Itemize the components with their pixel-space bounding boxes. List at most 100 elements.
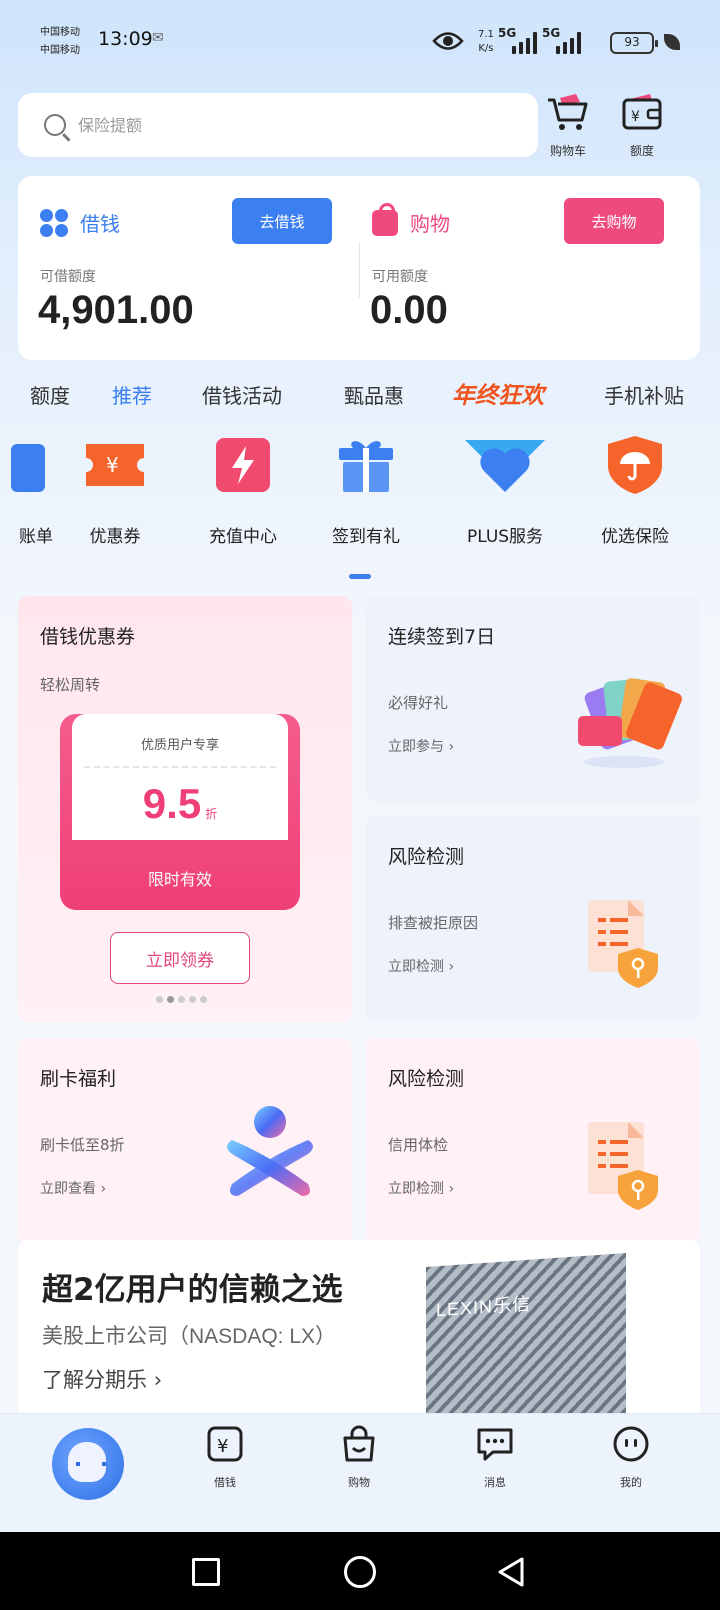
recent-apps-icon[interactable] — [192, 1558, 220, 1586]
shopping-bag-icon — [372, 202, 398, 236]
feature-coupon-label: 优惠券 — [89, 527, 141, 547]
scroll-indicator — [349, 574, 371, 579]
go-shop-button[interactable]: 去购物 — [564, 198, 664, 244]
tab-phone-subsidy[interactable]: 手机补贴 — [604, 380, 684, 409]
chevron-right-icon: › — [100, 1181, 107, 1197]
feature-insurance-label: 优选保险 — [601, 527, 669, 547]
coupon-unit: 折 — [205, 807, 218, 821]
home-icon[interactable] — [344, 1556, 376, 1588]
tab-year-end-sale[interactable]: 年终狂欢 — [452, 376, 544, 410]
nav-borrow[interactable]: ¥ 借钱 — [180, 1424, 270, 1490]
borrow-limit-label: 可借额度 — [40, 269, 96, 285]
checkin-card[interactable]: 连续签到7日 必得好礼 立即参与 › — [366, 596, 700, 802]
building-image: LEXIN乐信 — [426, 1253, 626, 1420]
nav-profile[interactable]: 我的 — [586, 1424, 676, 1490]
feature-plus[interactable]: PLUS服务 — [440, 434, 570, 547]
yuan-card-icon: ¥ — [207, 1426, 243, 1462]
feature-checkin-label: 签到有礼 — [332, 527, 400, 547]
feature-coupon[interactable]: ¥ 优惠券 — [50, 434, 180, 547]
borrow-limit-amount: 4,901.00 — [38, 288, 194, 332]
coupon-card-title: 借钱优惠券 — [40, 626, 136, 648]
carrier-info: 中国移动 中国移动 — [40, 24, 80, 60]
banner-headline: 超2亿用户的信赖之选 — [42, 1272, 343, 1308]
svg-text:¥: ¥ — [106, 453, 119, 477]
nav-shop[interactable]: 购物 — [314, 1424, 404, 1490]
coupon-header: 优质用户专享 — [140, 738, 219, 753]
feature-recharge[interactable]: 充值中心 — [178, 434, 308, 547]
swipe-benefit-card[interactable]: 刷卡福利 刷卡低至8折 立即查看 › — [18, 1038, 352, 1244]
plus-heart-icon — [463, 434, 547, 496]
nav-messages[interactable]: 消息 — [450, 1424, 540, 1490]
coupon-ticket: 优质用户专享 9.5 折 限时有效 — [60, 714, 300, 910]
document-shield-icon — [588, 900, 658, 988]
go-borrow-button[interactable]: 去借钱 — [232, 198, 332, 244]
nav-messages-label: 消息 — [484, 1476, 506, 1489]
tab-quota[interactable]: 额度 — [30, 380, 70, 409]
feature-bill[interactable]: 账单 — [0, 434, 57, 547]
tab-recommend[interactable]: 推荐 — [112, 380, 152, 409]
svg-text:¥: ¥ — [217, 1436, 228, 1457]
feature-bill-label: 账单 — [19, 527, 53, 547]
chat-bubble-icon — [477, 1428, 513, 1461]
tab-selected-deals[interactable]: 甄品惠 — [344, 380, 404, 409]
risk-check-card-1[interactable]: 风险检测 排查被拒原因 立即检测 › — [366, 816, 700, 1022]
swipe-card-desc: 刷卡低至8折 — [40, 1136, 125, 1154]
checkin-card-desc: 必得好礼 — [388, 694, 449, 712]
cart-icon — [548, 94, 588, 130]
shop-limit-amount: 0.00 — [370, 288, 448, 332]
account-card: 借钱 去借钱 可借额度 4,901.00 购物 去购物 可用额度 0.00 — [18, 176, 700, 360]
banner-subline: 美股上市公司（NASDAQ: LX） — [42, 1325, 337, 1348]
banner-learn-more[interactable]: 了解分期乐 › — [42, 1364, 162, 1394]
checkin-card-link[interactable]: 立即参与 › — [388, 736, 454, 756]
notification-icon: ✉ — [152, 30, 164, 46]
mascot-home-button[interactable] — [52, 1428, 124, 1500]
svg-text:¥: ¥ — [631, 109, 640, 125]
feature-insurance[interactable]: 优选保险 — [570, 434, 700, 547]
coupon-discount: 9.5 折 — [72, 780, 288, 828]
nav-shop-label: 购物 — [348, 1476, 370, 1489]
back-icon[interactable] — [496, 1556, 526, 1588]
chevron-right-icon: › — [448, 959, 455, 975]
shopping-bag-icon — [343, 1425, 375, 1462]
swipe-card-title: 刷卡福利 — [40, 1068, 117, 1090]
carrier-bottom: 中国移动 — [40, 45, 80, 56]
coupon-dash-line — [84, 766, 276, 768]
coupon-value: 9.5 — [142, 780, 202, 827]
eye-icon — [432, 32, 464, 50]
status-time: 13:09 — [98, 28, 153, 50]
checkin-card-title: 连续签到7日 — [388, 626, 496, 648]
swipe-card-link[interactable]: 立即查看 › — [40, 1178, 106, 1198]
claim-coupon-button[interactable]: 立即领券 — [110, 932, 250, 984]
coupon-footer: 限时有效 — [147, 870, 212, 889]
feature-checkin[interactable]: 签到有礼 — [301, 434, 431, 547]
bottom-nav: ¥ 借钱 购物 消息 我的 — [0, 1413, 720, 1531]
risk-card-1-link[interactable]: 立即检测 › — [388, 956, 454, 976]
battery-icon: 93 — [610, 32, 658, 54]
shop-title: 购物 — [410, 212, 450, 236]
gift-icon — [335, 434, 397, 496]
nav-profile-label: 我的 — [620, 1476, 642, 1489]
glossy-x-icon — [227, 1106, 313, 1196]
risk-check-card-2[interactable]: 风险检测 信用体检 立即检测 › — [366, 1038, 700, 1244]
carousel-dots — [156, 996, 207, 1003]
risk-card-1-title: 风险检测 — [388, 846, 465, 868]
cart-button[interactable]: 购物车 — [538, 92, 598, 159]
shop-limit-label: 可用额度 — [372, 269, 428, 285]
building-logo: LEXIN乐信 — [436, 1293, 532, 1321]
trust-banner[interactable]: 超2亿用户的信赖之选 美股上市公司（NASDAQ: LX） 了解分期乐 › LE… — [18, 1240, 700, 1420]
risk-card-2-link[interactable]: 立即检测 › — [388, 1178, 454, 1198]
risk-card-1-desc: 排查被拒原因 — [388, 914, 479, 932]
quota-button[interactable]: ¥ 额度 — [612, 92, 672, 159]
power-saving-leaf-icon — [664, 34, 680, 50]
risk-card-2-desc: 信用体检 — [388, 1136, 449, 1154]
signal-2-icon: 5G — [542, 26, 581, 54]
coupon-promo-card[interactable]: 借钱优惠券 轻松周转 优质用户专享 9.5 折 限时有效 立即领券 — [18, 596, 352, 1022]
chevron-right-icon: › — [448, 1181, 455, 1197]
search-input[interactable] — [78, 115, 478, 135]
profile-face-icon — [613, 1426, 649, 1462]
borrow-title-group: 借钱 — [40, 208, 120, 237]
search-bar[interactable] — [18, 93, 538, 157]
tab-borrow-activity[interactable]: 借钱活动 — [202, 380, 282, 409]
borrow-title: 借钱 — [80, 212, 120, 236]
carrier-top: 中国移动 — [40, 27, 80, 38]
